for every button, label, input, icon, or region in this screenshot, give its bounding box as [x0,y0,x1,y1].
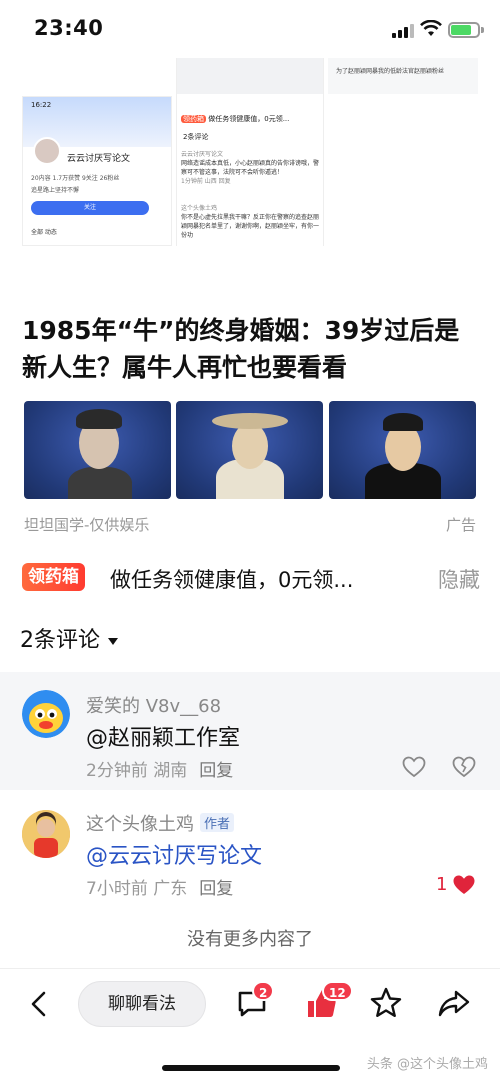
hide-button[interactable]: 隐藏 [438,564,480,594]
comment-count-badge: 2 [252,981,275,1001]
comment-meta: 7小时前 广东 回复 [86,879,234,899]
thread-heading: 领药箱 做任务领健康值，0元领... [181,115,290,123]
comment-author[interactable]: 爱笑的 V8v__68 [86,692,221,718]
like-heart-icon[interactable] [402,756,426,778]
comment-meta: 2分钟前 湖南 回复 [86,761,234,781]
caret-down-icon [108,637,118,645]
status-time: 23:40 [34,16,104,40]
liked-heart-icon[interactable] [452,874,476,896]
bottom-bar: 聊聊看法 2 12 头条 @这个头像土鸡 [0,968,500,1083]
avatar[interactable] [22,690,70,738]
like-count-badge: 12 [322,981,353,1001]
follow-button: 关注 [31,201,149,215]
thread-screenshot[interactable]: 领药箱 做任务领健康值，0元领... 2条评论 云云讨厌写论文 网络造谣成本真低… [176,58,324,246]
profile-tabs: 全部 动态 [31,229,57,236]
back-arrow-icon[interactable] [26,991,52,1017]
thread-comment: 云云讨厌写论文 网络造谣成本真低，小心赵丽颖真的告你诽谤哦，警察可不管这事，法院… [181,151,320,185]
comments-sort-toggle[interactable]: 2条评论 [20,622,118,654]
cellular-signal-icon [392,24,414,38]
ad-title[interactable]: 1985年“牛”的终身婚姻：39岁过后是新人生？属牛人再忙也要看看 [22,312,482,386]
profile-bio: 追星路上坚持不懈 [31,187,80,194]
battery-icon [448,22,484,38]
wifi-icon [420,20,442,36]
share-icon[interactable] [436,985,472,1021]
comment-item[interactable]: 这个头像土鸡 作者 @云云讨厌写论文 7小时前 广东 回复 1 [0,798,500,908]
post-image-strip[interactable]: 16:22 云云讨厌写论文 20内容 1.7万获赞 9关注 26粉丝 追星路上坚… [22,58,478,248]
task-badge: 领药箱 [22,563,85,591]
comment-item[interactable]: 爱笑的 V8v__68 @赵丽颖工作室 2分钟前 湖南 回复 [0,672,500,790]
note-screenshot[interactable]: 为了赵丽颖网暴我的低龄法官赵丽颖粉丝 [328,58,478,94]
comment-text: @赵丽颖工作室 [86,726,241,751]
ad-image-portrait-2[interactable] [176,401,323,499]
comment-author[interactable]: 这个头像土鸡 作者 [86,810,235,836]
screenshot-time: 16:22 [31,101,52,109]
home-indicator[interactable] [162,1065,340,1071]
reply-button[interactable]: 回复 [199,879,233,899]
avatar[interactable] [22,810,70,858]
profile-name: 云云讨厌写论文 [67,154,131,164]
ad-tag: 广告 [445,516,476,534]
avatar-photo-icon [22,810,70,858]
profile-screenshot[interactable]: 16:22 云云讨厌写论文 20内容 1.7万获赞 9关注 26粉丝 追星路上坚… [22,96,172,246]
dislike-broken-heart-icon[interactable] [452,756,476,778]
star-icon[interactable] [368,985,404,1021]
author-tag: 作者 [200,813,235,832]
reply-button[interactable]: 回复 [199,761,233,781]
comment-input[interactable]: 聊聊看法 [78,981,206,1027]
watermark: 头条 @这个头像土鸡 [366,1057,488,1072]
note-text: 为了赵丽颖网暴我的低龄法官赵丽颖粉丝 [336,68,445,75]
ad-image-portrait-1[interactable] [24,401,171,499]
like-count: 1 [436,874,448,895]
no-more-content: 没有更多内容了 [187,929,313,950]
comment-mention-link[interactable]: @云云讨厌写论文 [86,838,262,870]
task-banner[interactable]: 领药箱 做任务领健康值，0元领... 隐藏 [22,562,480,594]
task-text[interactable]: 做任务领健康值，0元领... [110,564,353,594]
ad-images[interactable] [24,401,476,499]
thread-comment-count: 2条评论 [183,133,209,141]
ad-image-portrait-3[interactable] [329,401,476,499]
profile-stats: 20内容 1.7万获赞 9关注 26粉丝 [31,175,120,182]
avatar [33,137,61,165]
ad-source[interactable]: 坦坦国学-仅供娱乐 [24,514,149,535]
avatar-cartoon-icon [22,690,70,738]
thread-comment: 这个头像土鸡 你不是心虚先拉黑我干嘛？反正你在警察的追查赵丽颖网暴犯名单里了，谢… [181,205,320,239]
status-bar: 23:40 [0,0,500,58]
